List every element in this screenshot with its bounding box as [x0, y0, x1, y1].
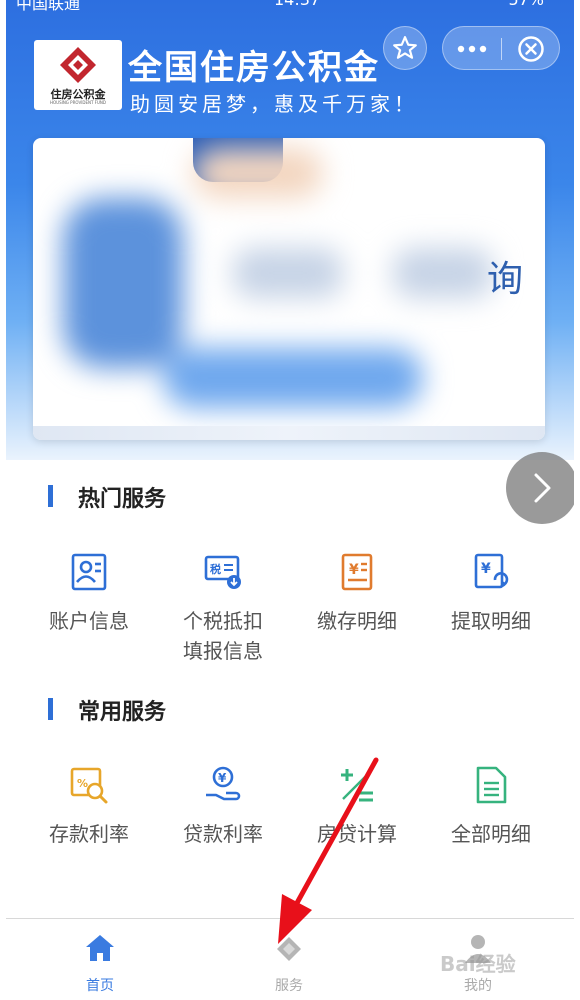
chevron-right-icon [534, 473, 551, 503]
tab-label: 首页 [86, 978, 114, 994]
status-time: 14:37 [274, 0, 320, 9]
carrier-label: 中国联通 [16, 0, 81, 13]
close-icon [518, 36, 544, 62]
service-icon [277, 937, 301, 961]
tab-label: 服务 [275, 978, 303, 994]
service-withdraw-details[interactable]: ¥ 提取明细 [424, 552, 558, 636]
slogan: 助圆安居梦，惠及千万家！ [130, 92, 418, 116]
service-label: 缴存明细 [317, 609, 397, 633]
mini-program-capsule [442, 26, 560, 70]
service-label: 提取明细 [451, 609, 531, 633]
loan-rate-icon: ¥ [206, 766, 241, 801]
battery-level: 57% [508, 0, 544, 9]
service-account-info[interactable]: 账户信息 [22, 552, 156, 636]
section-title-common: 常用服务 [48, 694, 166, 726]
service-label: 房贷计算 [317, 822, 397, 846]
document-icon [476, 766, 507, 804]
tax-icon: 税 [204, 555, 241, 589]
banner-blurred-content [33, 138, 545, 440]
more-button[interactable] [443, 27, 501, 71]
app-frame: 中国联通 14:37 57% 住房公积金 HOUSING PROVIDENT F… [6, 0, 574, 1000]
deposit-rate-icon: % [70, 767, 108, 804]
svg-text:¥: ¥ [349, 562, 359, 578]
service-label: 存款利率 [49, 822, 129, 846]
service-label: 全部明细 [451, 822, 531, 846]
more-dots-icon [457, 45, 487, 53]
svg-text:¥: ¥ [481, 561, 491, 577]
svg-text:¥: ¥ [218, 771, 227, 785]
service-loan-rate[interactable]: ¥ 贷款利率 [156, 765, 290, 849]
service-label: 贷款利率 [183, 822, 263, 846]
account-card-icon [71, 553, 107, 591]
header: 中国联通 14:37 57% 住房公积金 HOUSING PROVIDENT F… [6, 0, 574, 460]
withdraw-icon: ¥ [474, 553, 509, 589]
close-button[interactable] [502, 27, 560, 71]
tab-label: 我的 [464, 978, 492, 994]
calculator-icon [341, 769, 373, 802]
service-tax-deduction[interactable]: 税 个税抵扣 填报信息 [156, 552, 290, 666]
service-mortgage-calculator[interactable]: 房贷计算 [290, 765, 424, 849]
status-bar: 中国联通 14:37 57% [6, 0, 574, 13]
deposit-list-icon: ¥ [341, 553, 373, 591]
service-deposit-details[interactable]: ¥ 缴存明细 [290, 552, 424, 636]
home-icon [86, 935, 114, 961]
service-label: 账户信息 [49, 609, 129, 633]
service-deposit-rate[interactable]: % 存款利率 [22, 765, 156, 849]
section-title-hot: 热门服务 [48, 481, 166, 513]
next-arrow-button[interactable] [506, 452, 574, 524]
logo-diamond-icon [60, 47, 96, 83]
watermark-logo: Bai经验 [440, 952, 516, 976]
banner-carousel[interactable]: 询 [33, 138, 545, 440]
logo-subtext: HOUSING PROVIDENT FUND [50, 100, 106, 105]
banner-text: 询 [487, 259, 524, 300]
favorite-button[interactable] [383, 26, 427, 70]
page-title: 全国住房公积金 [128, 48, 380, 88]
service-label: 个税抵扣 填报信息 [183, 609, 263, 663]
app-logo: 住房公积金 HOUSING PROVIDENT FUND [34, 40, 122, 110]
service-all-details[interactable]: 全部明细 [424, 765, 558, 849]
tab-home[interactable]: 首页 [40, 931, 160, 995]
svg-text:%: % [77, 777, 88, 790]
star-icon [393, 36, 417, 59]
svg-text:税: 税 [210, 562, 221, 576]
tab-service[interactable]: 服务 [229, 931, 349, 995]
banner-footer-strip [33, 426, 545, 440]
